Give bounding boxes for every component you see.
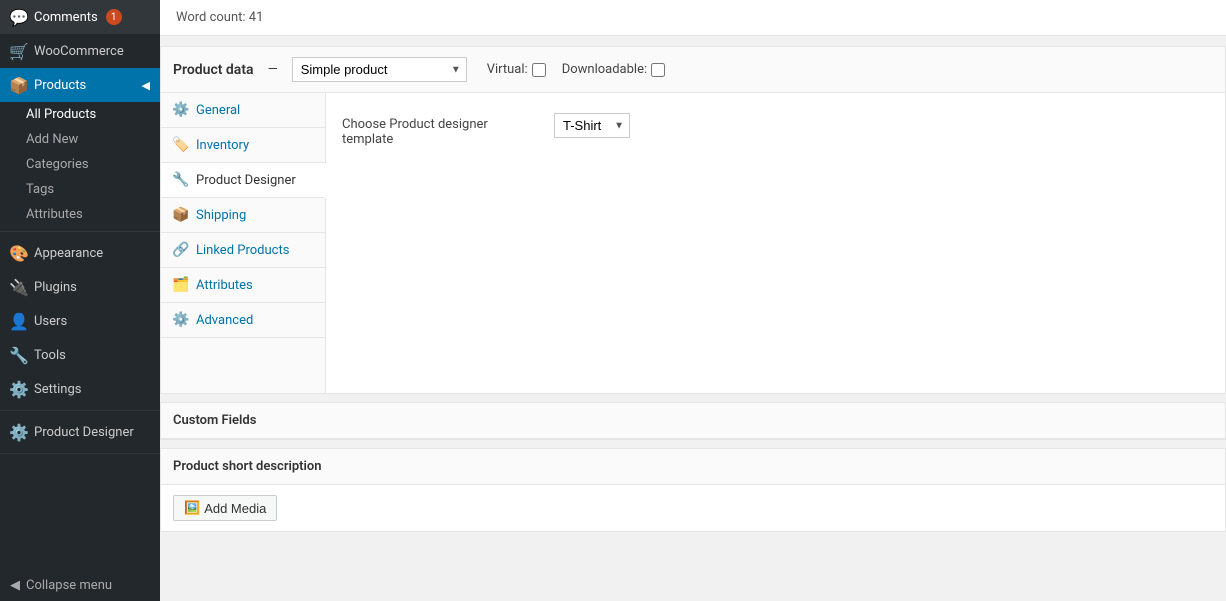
plugins-icon: 🔌 [10, 278, 28, 296]
sidebar-item-users[interactable]: 👤 Users [0, 304, 160, 338]
short-description-body: 🖼️ Add Media [161, 485, 1225, 531]
template-field-value: T-ShirtMugHoodieCap [554, 113, 1209, 138]
word-count-label: Word count: [176, 10, 246, 25]
tab-product-designer-label: Product Designer [196, 173, 296, 188]
tab-shipping[interactable]: 📦 Shipping [161, 198, 325, 233]
short-description-section: Product short description 🖼️ Add Media [160, 448, 1226, 532]
tab-general-label: General [196, 103, 240, 118]
sidebar: 💬 Comments 1 🛒 WooCommerce 📦 Products ◀ … [0, 0, 160, 601]
tab-shipping-label: Shipping [196, 208, 246, 223]
sidebar-item-plugins[interactable]: 🔌 Plugins [0, 270, 160, 304]
settings-icon: ⚙️ [10, 380, 28, 398]
product-data-section: Product data — Simple productGrouped pro… [160, 46, 1226, 394]
product-designer-tab-icon: 🔧 [173, 172, 189, 188]
word-count-bar: Word count: 41 [160, 0, 1226, 36]
tab-product-designer[interactable]: 🔧 Product Designer [161, 163, 326, 198]
add-media-label: Add Media [204, 501, 266, 516]
collapse-label: Collapse menu [26, 578, 112, 593]
sidebar-sub-all-products[interactable]: All Products [0, 102, 160, 127]
sidebar-item-label: Users [34, 314, 67, 329]
virtual-label: Virtual: [487, 62, 528, 77]
tab-inventory-label: Inventory [196, 138, 249, 153]
comments-badge: 1 [106, 9, 122, 25]
virtual-checkbox-label: Virtual: [487, 62, 546, 77]
product-type-wrapper: Simple productGrouped productExternal/Af… [292, 57, 467, 82]
sidebar-item-comments[interactable]: 💬 Comments 1 [0, 0, 160, 34]
tools-icon: 🔧 [10, 346, 28, 364]
inventory-tab-icon: 🏷️ [173, 137, 189, 153]
general-tab-icon: ⚙️ [173, 102, 189, 118]
sidebar-sub-categories[interactable]: Categories [0, 152, 160, 177]
product-data-panel: Choose Product designer template T-Shirt… [326, 93, 1225, 393]
custom-fields-header[interactable]: Custom Fields [161, 403, 1225, 439]
shipping-tab-icon: 📦 [173, 207, 189, 223]
product-data-body: ⚙️ General 🏷️ Inventory 🔧 Product Design… [161, 93, 1225, 393]
sidebar-divider-2 [0, 410, 160, 411]
sidebar-item-appearance[interactable]: 🎨 Appearance [0, 236, 160, 270]
product-designer-icon: ⚙️ [10, 423, 28, 441]
downloadable-label: Downloadable: [562, 62, 647, 77]
downloadable-checkbox[interactable] [651, 63, 665, 77]
sidebar-item-label: Products [34, 78, 86, 93]
users-icon: 👤 [10, 312, 28, 330]
sidebar-divider-1 [0, 231, 160, 232]
appearance-icon: 🎨 [10, 244, 28, 262]
tab-attributes[interactable]: 🗂️ Attributes [161, 268, 325, 303]
attributes-tab-icon: 🗂️ [173, 277, 189, 293]
sidebar-item-label: Comments [34, 10, 98, 25]
tab-advanced[interactable]: ⚙️ Advanced [161, 303, 325, 338]
template-field-row: Choose Product designer template T-Shirt… [342, 113, 1209, 147]
sidebar-item-label: Product Designer [34, 425, 134, 440]
sidebar-item-label: Plugins [34, 280, 77, 295]
sidebar-divider-3 [0, 453, 160, 454]
sidebar-sub-attributes[interactable]: Attributes [0, 202, 160, 227]
sidebar-item-label: Settings [34, 382, 81, 397]
tab-inventory[interactable]: 🏷️ Inventory [161, 128, 325, 163]
add-media-icon: 🖼️ [184, 500, 200, 516]
template-select[interactable]: T-ShirtMugHoodieCap [554, 113, 630, 138]
product-data-dash: — [268, 62, 278, 77]
sidebar-item-label: Appearance [34, 246, 103, 261]
sidebar-item-label: WooCommerce [34, 44, 124, 59]
tab-linked-products-label: Linked Products [196, 243, 289, 258]
tab-attributes-label: Attributes [196, 278, 253, 293]
linked-products-tab-icon: 🔗 [173, 242, 189, 258]
product-data-header: Product data — Simple productGrouped pro… [161, 47, 1225, 93]
tab-advanced-label: Advanced [196, 313, 253, 328]
product-type-select[interactable]: Simple productGrouped productExternal/Af… [292, 57, 467, 82]
sidebar-item-settings[interactable]: ⚙️ Settings [0, 372, 160, 406]
checkbox-group: Virtual: Downloadable: [487, 62, 665, 77]
sidebar-item-woocommerce[interactable]: 🛒 WooCommerce [0, 34, 160, 68]
template-field-label: Choose Product designer template [342, 113, 542, 147]
add-media-button[interactable]: 🖼️ Add Media [173, 495, 277, 521]
product-data-title: Product data [173, 62, 254, 78]
products-icon: 📦 [10, 76, 28, 94]
advanced-tab-icon: ⚙️ [173, 312, 189, 328]
sidebar-collapse-menu[interactable]: ◀ Collapse menu [0, 570, 160, 601]
sidebar-sub-tags[interactable]: Tags [0, 177, 160, 202]
sidebar-item-product-designer[interactable]: ⚙️ Product Designer [0, 415, 160, 449]
template-select-wrapper: T-ShirtMugHoodieCap [554, 113, 630, 138]
woocommerce-icon: 🛒 [10, 42, 28, 60]
sidebar-item-label: Tools [34, 348, 66, 363]
sidebar-sub-add-new[interactable]: Add New [0, 127, 160, 152]
products-arrow: ◀ [142, 79, 150, 92]
tab-linked-products[interactable]: 🔗 Linked Products [161, 233, 325, 268]
virtual-checkbox[interactable] [532, 63, 546, 77]
comments-icon: 💬 [10, 8, 28, 26]
sidebar-item-tools[interactable]: 🔧 Tools [0, 338, 160, 372]
custom-fields-section: Custom Fields [160, 402, 1226, 440]
collapse-icon: ◀ [10, 578, 20, 593]
short-description-header: Product short description [161, 449, 1225, 485]
sidebar-item-products[interactable]: 📦 Products ◀ [0, 68, 160, 102]
downloadable-checkbox-label: Downloadable: [562, 62, 665, 77]
word-count-value: 41 [249, 10, 264, 25]
product-data-tabs: ⚙️ General 🏷️ Inventory 🔧 Product Design… [161, 93, 326, 393]
tab-general[interactable]: ⚙️ General [161, 93, 325, 128]
main-content: Word count: 41 Product data — Simple pro… [160, 0, 1226, 601]
